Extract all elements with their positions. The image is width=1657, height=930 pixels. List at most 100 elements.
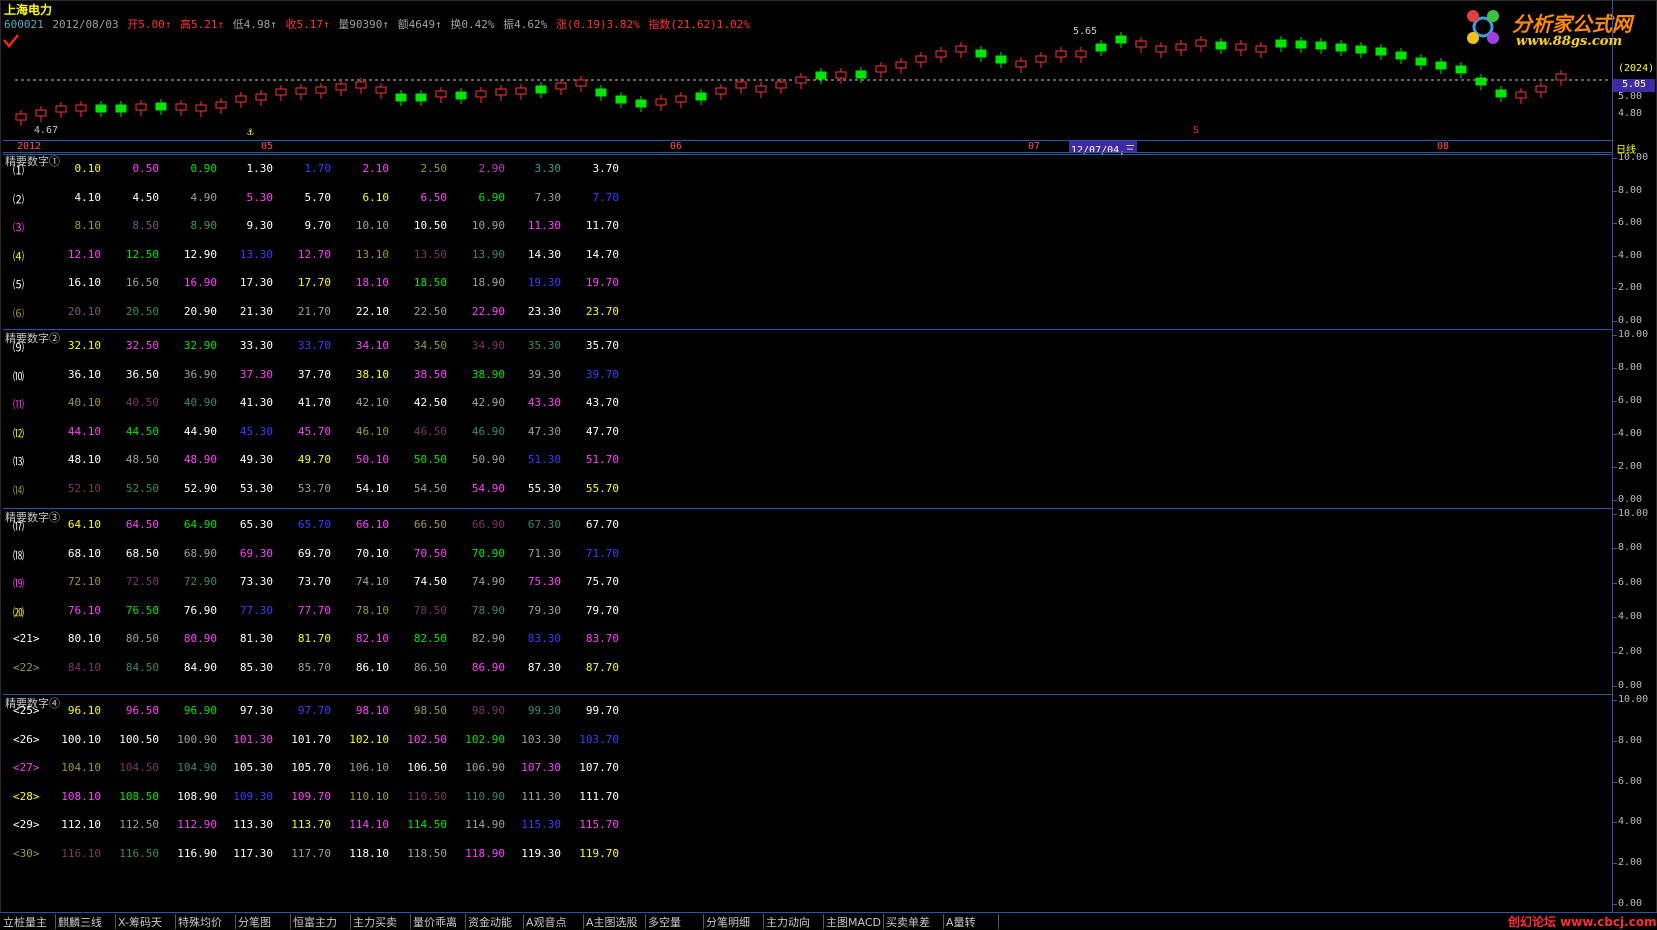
candle-body <box>275 88 287 96</box>
candle-body <box>1135 40 1147 48</box>
value-cell: 97.70 <box>297 704 331 717</box>
indicator-tab[interactable]: 分笔图 <box>236 914 291 929</box>
indicator-tab[interactable]: A观音点 <box>524 914 584 929</box>
data-row: ⑼ 32.10 32.50 32.90 33.30 33.70 34.10 34.50 34.9… <box>3 339 703 354</box>
indicator-tab[interactable]: 恒富主力 <box>291 914 351 929</box>
indicator-tab[interactable]: A量转 <box>944 914 999 929</box>
data-row: <25> 96.10 96.50 96.90 97.30 97.70 98.10 98.50 9… <box>3 704 703 718</box>
value-cell: 20.90 <box>183 304 217 318</box>
candle-body <box>995 55 1007 64</box>
axis-label: 2.00 <box>1618 645 1643 657</box>
indicator-tab[interactable]: 资金动能 <box>466 914 524 929</box>
indicator-tab[interactable]: 立桩量主 <box>1 914 56 929</box>
indicator-tab[interactable]: 分笔明细 <box>704 914 764 929</box>
value-cell: 35.30 <box>527 339 561 352</box>
value-cell: 4.50 <box>132 190 160 204</box>
kline-high-label: 5.65 <box>1073 26 1098 37</box>
candle-body <box>975 49 987 58</box>
axis-tick <box>1612 288 1617 290</box>
value-cell: 87.30 <box>527 660 561 674</box>
axis-label: 0.00 <box>1618 898 1643 909</box>
indicator-tab[interactable]: 量价乖离 <box>411 914 466 929</box>
axis-tick <box>1612 514 1617 515</box>
value-cell: 99.30 <box>527 704 561 717</box>
value-cell: 50.90 <box>471 453 505 466</box>
value-cell: 38.90 <box>471 367 505 381</box>
value-cell: 23.30 <box>527 304 561 318</box>
indicator-tab[interactable]: 主力买卖 <box>351 914 411 929</box>
value-cell: 33.30 <box>239 339 273 352</box>
value-cell: 3.70 <box>592 162 620 175</box>
candle-body <box>755 85 767 93</box>
indicator-tab[interactable]: A主图选股 <box>584 914 646 929</box>
row-label: ⑽ <box>13 369 24 383</box>
candle-body <box>1235 43 1247 51</box>
value-cell: 72.50 <box>125 575 159 588</box>
value-cell: 44.90 <box>183 424 217 438</box>
data-row: <29> 112.10 112.50 112.90 113.30 113.70 114.10… <box>3 818 703 832</box>
value-cell: 115.30 <box>521 818 561 831</box>
axis-tick <box>1612 321 1617 322</box>
candle-body <box>295 87 307 95</box>
data-row: ⒄ 64.10 64.50 64.90 65.30 65.70 66.10 66.50 66.9… <box>3 518 703 533</box>
value-cell: 47.30 <box>527 424 561 438</box>
value-cell: 81.70 <box>297 632 331 645</box>
value-cell: 118.10 <box>349 846 389 860</box>
candle-body <box>535 85 547 94</box>
row-label: <30> <box>13 846 40 860</box>
indicator-panel: 精要数字③ ⒄ 64.10 64.50 64.90 65.30 65.70 66.10 66.5… <box>3 508 1612 695</box>
candle-body <box>155 102 167 111</box>
axis-tick <box>1612 500 1617 501</box>
value-cell: 117.30 <box>233 846 273 860</box>
value-cell: 86.10 <box>355 660 389 674</box>
value-cell: 85.30 <box>239 660 273 674</box>
candle-body <box>955 45 967 53</box>
value-cell: 38.50 <box>413 367 447 381</box>
indicator-tab[interactable]: 多空量 <box>646 914 704 929</box>
candle-body <box>495 88 507 96</box>
axis-tick <box>1612 467 1617 468</box>
value-cell: 52.50 <box>125 481 159 495</box>
candle-body <box>15 113 27 121</box>
row-label: ⑾ <box>13 398 24 411</box>
value-cell: 46.10 <box>355 424 389 438</box>
indicator-tab[interactable]: 特殊均价 <box>176 914 236 929</box>
value-cell: 114.90 <box>465 818 505 831</box>
indicator-tab[interactable]: 主力动向 <box>764 914 824 929</box>
row-label: <29> <box>13 818 40 831</box>
value-cell: 96.50 <box>125 704 159 717</box>
data-row: <30> 116.10 116.50 116.90 117.30 117.70 118.10… <box>3 847 703 861</box>
candle-body <box>435 90 447 98</box>
value-cell: 34.10 <box>355 339 389 352</box>
value-cell: 5.30 <box>246 190 274 204</box>
candle-body <box>915 55 927 63</box>
candle-body <box>355 81 367 89</box>
indicator-tab[interactable]: X-筹码天 <box>116 914 176 929</box>
value-cell: 37.30 <box>239 367 273 381</box>
value-cell: 8.50 <box>132 219 160 232</box>
value-cell: 18.10 <box>355 276 389 289</box>
indicator-tab[interactable]: 麒麟三线 <box>56 914 116 929</box>
value-cell: 79.30 <box>527 603 561 617</box>
value-cell: 113.70 <box>291 818 331 831</box>
value-cell: 68.50 <box>125 546 159 560</box>
indicator-tab[interactable]: 主图MACD <box>824 914 884 929</box>
candle-body <box>55 105 67 113</box>
indicator-tab[interactable]: 买卖单差 <box>884 914 944 929</box>
value-cell: 118.50 <box>407 846 447 860</box>
data-row: <28> 108.10 108.50 108.90 109.30 109.70 110.10… <box>3 790 703 804</box>
value-cell: 73.30 <box>239 575 273 588</box>
candle-body <box>855 70 867 79</box>
candle-body <box>875 65 887 73</box>
value-cell: 65.30 <box>239 518 273 531</box>
value-cell: 52.90 <box>183 481 217 495</box>
value-cell: 49.30 <box>239 453 273 466</box>
axis-label: 0.00 <box>1618 494 1643 505</box>
candle-body <box>1275 39 1287 48</box>
value-cell: 109.70 <box>291 789 331 803</box>
value-cell: 43.30 <box>527 396 561 409</box>
value-cell: 12.10 <box>67 247 101 261</box>
value-cell: 119.70 <box>579 846 619 860</box>
candle-body <box>1515 91 1527 99</box>
candle-body <box>595 88 607 97</box>
